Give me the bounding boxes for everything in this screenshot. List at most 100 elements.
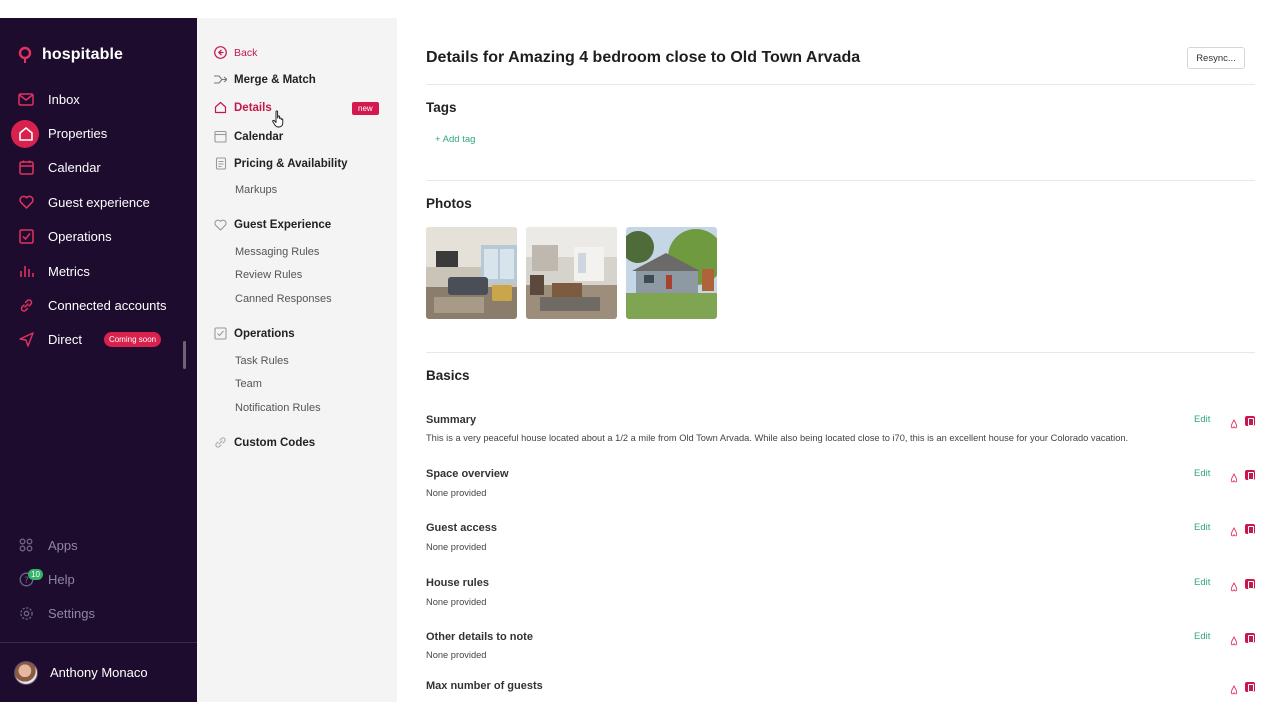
avatar [14,660,38,685]
home-icon [214,101,227,114]
nav-item-properties[interactable]: Properties [0,116,197,150]
nav-item-label: Operations [48,229,112,245]
submenu-item-messaging-rules[interactable]: Messaging Rules [235,246,319,258]
nav-item-inbox[interactable]: Inbox [0,82,197,116]
nav-item-label: Metrics [48,263,90,279]
airbnb-icon [1229,416,1239,429]
help-count-badge: 10 [28,569,43,581]
checkbox-icon [18,229,34,245]
resync-button[interactable]: Resync... [1187,47,1245,69]
house-rules-value: None provided [426,597,487,607]
nav-item-label: Properties [48,126,108,142]
guest-access-value: None provided [426,542,487,552]
photos-heading: Photos [426,196,472,211]
property-submenu: Back Merge & Match Details new Calendar … [197,18,397,702]
coming-soon-badge: Coming soon [103,332,162,348]
submenu-label: Details [234,101,272,114]
edit-summary-button[interactable]: Edit [1194,414,1210,425]
nav-item-label: Direct [48,332,82,348]
calendar-icon [18,160,34,176]
airbnb-icon [1229,470,1239,483]
divider [426,180,1255,181]
nav-item-label: Settings [48,606,95,622]
house-rules-label: House rules [426,577,489,589]
calendar-icon [214,130,227,143]
property-photo-exterior[interactable] [626,227,717,319]
vrbo-icon [1245,470,1255,480]
user-profile[interactable]: Anthony Monaco [0,642,197,702]
tags-heading: Tags [426,100,457,115]
document-icon [214,157,227,170]
vrbo-icon [1245,579,1255,589]
checkbox-icon [214,327,227,340]
secondary-nav: Apps ? 10 Help Settings [0,528,197,631]
airbnb-icon [1229,524,1239,537]
submenu-item-markups[interactable]: Markups [235,184,277,196]
summary-value: This is a very peaceful house located ab… [426,433,1129,443]
vrbo-icon [1245,416,1255,426]
gear-icon [18,606,34,622]
nav-item-direct[interactable]: Direct Coming soon [0,323,197,357]
submenu-item-task-rules[interactable]: Task Rules [235,355,289,367]
nav-item-operations[interactable]: Operations [0,220,197,254]
new-badge: new [352,102,379,115]
summary-label: Summary [426,414,477,426]
nav-item-guest-experience[interactable]: Guest experience [0,185,197,219]
nav-item-calendar[interactable]: Calendar [0,151,197,185]
nav-item-connected-accounts[interactable]: Connected accounts [0,288,197,322]
submenu-label: Pricing & Availability [234,157,348,170]
bar-chart-icon [18,263,34,279]
submenu-item-canned-responses[interactable]: Canned Responses [235,293,332,305]
mouse-pointer-icon [272,110,286,133]
vrbo-icon [1245,682,1255,692]
nav-item-apps[interactable]: Apps [0,528,197,562]
submenu-item-details[interactable]: Details [214,101,272,114]
property-photo-living-room[interactable] [426,227,517,319]
user-name: Anthony Monaco [50,665,148,680]
edit-guest-access-button[interactable]: Edit [1194,522,1210,533]
details-panel: Details for Amazing 4 bedroom close to O… [397,18,1280,702]
grid-icon [18,537,34,553]
brand[interactable]: hospitable [18,46,123,64]
send-icon [18,332,34,348]
submenu-item-guest-experience[interactable]: Guest Experience [214,218,331,231]
home-icon [18,126,34,142]
space-overview-label: Space overview [426,468,509,480]
nav-item-help[interactable]: ? 10 Help [0,562,197,596]
mail-icon [18,91,34,107]
heart-icon [214,218,227,231]
nav-item-settings[interactable]: Settings [0,597,197,631]
property-photo-kitchen[interactable] [526,227,617,319]
nav-item-label: Calendar [48,160,101,176]
add-tag-link[interactable]: + Add tag [435,134,475,145]
submenu-item-operations[interactable]: Operations [214,327,295,340]
brand-name: hospitable [42,46,124,63]
other-details-label: Other details to note [426,631,533,643]
submenu-item-notification-rules[interactable]: Notification Rules [235,402,321,414]
edit-other-details-button[interactable]: Edit [1194,631,1210,642]
vrbo-icon [1245,524,1255,534]
edit-space-overview-button[interactable]: Edit [1194,468,1210,479]
submenu-item-pricing[interactable]: Pricing & Availability [214,157,348,170]
edit-house-rules-button[interactable]: Edit [1194,577,1210,588]
submenu-label: Merge & Match [234,73,316,86]
basics-heading: Basics [426,368,470,383]
submenu-item-custom-codes[interactable]: Custom Codes [214,436,315,449]
max-guests-label: Max number of guests [426,680,543,692]
submenu-item-team[interactable]: Team [235,378,262,390]
heart-icon [18,194,34,210]
link-icon [18,298,34,314]
page-title: Details for Amazing 4 bedroom close to O… [426,49,861,66]
space-overview-value: None provided [426,488,487,498]
nav-item-label: Connected accounts [48,298,167,314]
submenu-label: Guest Experience [234,218,332,231]
submenu-item-review-rules[interactable]: Review Rules [235,269,302,281]
svg-text:?: ? [24,576,29,586]
divider [426,352,1255,353]
airbnb-icon [1229,579,1239,592]
submenu-item-merge[interactable]: Merge & Match [214,73,316,86]
nav-item-metrics[interactable]: Metrics [0,254,197,288]
sidebar-scrollbar[interactable] [183,341,186,369]
other-details-value: None provided [426,650,487,660]
back-link[interactable]: Back [214,46,257,59]
